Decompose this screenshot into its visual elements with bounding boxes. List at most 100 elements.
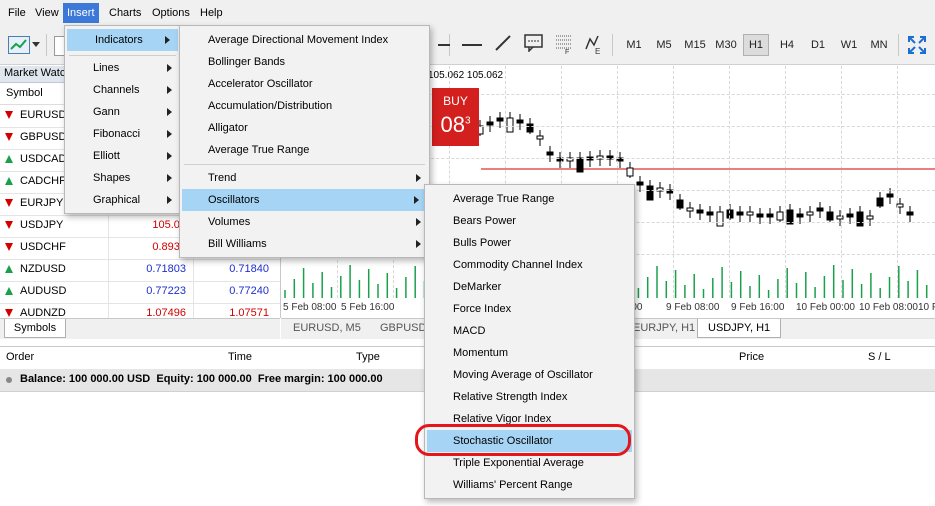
fibonacci-fan-icon[interactable]: F (554, 33, 574, 55)
x-tick-label: 9 Feb 08:00 (666, 302, 720, 313)
chart-tab-eurjpy-h1[interactable]: EURJPY, H1 (633, 322, 695, 334)
insert-menu-indicators-label: Indicators (95, 34, 143, 46)
candle (686, 202, 694, 218)
menu-charts[interactable]: Charts (105, 3, 145, 23)
timeframe-mn[interactable]: MN (867, 37, 891, 53)
fullscreen-icon[interactable] (907, 35, 927, 55)
market-watch-row[interactable]: NZDUSD 0.71803 0.71840 (0, 259, 280, 282)
timeframe-h1[interactable]: H1 (743, 34, 769, 56)
elliott-wave-icon[interactable]: E (584, 33, 604, 55)
x-tick-label: 10 Feb 16:00 (918, 302, 935, 313)
grid-line (841, 66, 842, 298)
indicator-bollinger[interactable]: Bollinger Bands (180, 51, 429, 73)
down-arrow-icon (5, 199, 13, 207)
oscillator-williams-percent-range-label: Williams' Percent Range (453, 479, 573, 491)
horizontal-line-icon[interactable] (462, 44, 482, 46)
timeframe-w1[interactable]: W1 (837, 37, 861, 53)
indicator-admi[interactable]: Average Directional Movement Index (180, 29, 429, 51)
price-column-header[interactable]: Price (739, 351, 764, 363)
menu-options[interactable]: Options (148, 3, 194, 23)
symbol-name: GBPUSD (20, 131, 67, 143)
chart-tab-usdjpy-h1[interactable]: USDJPY, H1 (697, 319, 782, 338)
menu-separator (184, 164, 425, 165)
time-column-header[interactable]: Time (228, 351, 252, 363)
submenu-arrow-icon (416, 240, 421, 248)
insert-menu-channels[interactable]: Channels (65, 79, 180, 101)
oscillator-momentum[interactable]: Momentum (425, 342, 634, 364)
oscillator-force-index[interactable]: Force Index (425, 298, 634, 320)
oscillator-relative-strength-index[interactable]: Relative Strength Index (425, 386, 634, 408)
candle (726, 204, 734, 220)
submenu-arrow-icon (416, 174, 421, 182)
symbol-name: USDCAD (20, 153, 67, 165)
market-watch-row[interactable]: AUDUSD 0.77223 0.77240 (0, 281, 280, 304)
oscillator-bulls-power[interactable]: Bulls Power (425, 232, 634, 254)
oscillator-demarker[interactable]: DeMarker (425, 276, 634, 298)
chart-tab-eurusd-m5[interactable]: EURUSD, M5 (293, 322, 361, 334)
horizontal-line-tool-icon[interactable] (438, 44, 450, 46)
buy-button[interactable]: BUY 083 (432, 88, 479, 146)
insert-menu-graphical[interactable]: Graphical (65, 189, 180, 211)
oscillator-macd[interactable]: MACD (425, 320, 634, 342)
chart-tab-gbpusd[interactable]: GBPUSD (380, 322, 426, 334)
insert-menu-gann-label: Gann (93, 106, 120, 118)
oscillator-moving-average-of-oscillator[interactable]: Moving Average of Oscillator (425, 364, 634, 386)
insert-menu-shapes[interactable]: Shapes (65, 167, 180, 189)
svg-text:E: E (595, 47, 600, 55)
indicator-accumulation[interactable]: Accumulation/Distribution (180, 95, 429, 117)
indicators-volumes[interactable]: Volumes (180, 211, 429, 233)
oscillator-williams-percent-range[interactable]: Williams' Percent Range (425, 474, 634, 496)
text-label-icon[interactable] (524, 34, 544, 52)
oscillator-bulls-power-label: Bulls Power (453, 237, 512, 249)
indicator-alligator[interactable]: Alligator (180, 117, 429, 139)
indicators-menu: Average Directional Movement Index Bolli… (179, 25, 430, 258)
indicator-accelerator[interactable]: Accelerator Oscillator (180, 73, 429, 95)
oscillator-commodity-channel-index[interactable]: Commodity Channel Index (425, 254, 634, 276)
oscillator-average-true-range[interactable]: Average True Range (425, 188, 634, 210)
timeframe-m15[interactable]: M15 (682, 37, 708, 53)
timeframe-m1[interactable]: M1 (622, 37, 646, 53)
indicators-bill-williams[interactable]: Bill Williams (180, 233, 429, 255)
trendline-icon[interactable] (494, 34, 512, 52)
menu-insert[interactable]: Insert (63, 3, 99, 23)
submenu-arrow-icon (414, 196, 419, 204)
candle (866, 210, 874, 226)
buy-price: 083 (432, 112, 479, 138)
bid-price: 105.06 (152, 219, 186, 231)
indicators-oscillators-label: Oscillators (208, 194, 260, 206)
insert-menu-indicators[interactable]: Indicators (67, 29, 178, 51)
insert-menu-lines[interactable]: Lines (65, 57, 180, 79)
candle (576, 152, 584, 173)
new-chart-dropdown-icon[interactable] (32, 42, 40, 47)
indicators-trend[interactable]: Trend (180, 167, 429, 189)
timeframe-h4[interactable]: H4 (775, 37, 799, 53)
timeframe-m30[interactable]: M30 (713, 37, 739, 53)
order-column-header[interactable]: Order (6, 351, 34, 363)
indicators-trend-label: Trend (208, 172, 237, 184)
timeframe-d1[interactable]: D1 (806, 37, 830, 53)
insert-menu-channels-label: Channels (93, 84, 140, 96)
tab-symbols[interactable]: Symbols (4, 319, 66, 338)
ask-price: 0.77240 (229, 285, 269, 297)
insert-menu-gann[interactable]: Gann (65, 101, 180, 123)
candle (536, 130, 544, 146)
timeframe-m5[interactable]: M5 (652, 37, 676, 53)
oscillator-bears-power[interactable]: Bears Power (425, 210, 634, 232)
menu-view[interactable]: View (31, 3, 63, 23)
menu-file[interactable]: File (4, 3, 30, 23)
up-arrow-icon (5, 265, 13, 273)
sl-column-header[interactable]: S / L (868, 351, 891, 363)
up-arrow-icon (5, 287, 13, 295)
new-chart-icon[interactable] (8, 36, 30, 54)
indicators-oscillators[interactable]: Oscillators (182, 189, 427, 211)
indicator-atr[interactable]: Average True Range (180, 139, 429, 161)
type-column-header[interactable]: Type (356, 351, 380, 363)
bid-price: 0.77223 (146, 285, 186, 297)
submenu-arrow-icon (167, 108, 172, 116)
insert-menu-fibonacci[interactable]: Fibonacci (65, 123, 180, 145)
buy-price-main: 08 (440, 112, 465, 137)
insert-menu-elliott-label: Elliott (93, 150, 120, 162)
insert-menu-elliott[interactable]: Elliott (65, 145, 180, 167)
menu-help[interactable]: Help (196, 3, 227, 23)
symbol-column-header[interactable]: Symbol (6, 87, 43, 99)
